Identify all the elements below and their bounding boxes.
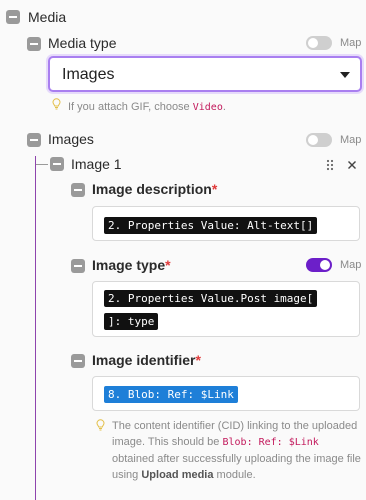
image-type-collapse-checkbox[interactable] bbox=[71, 259, 85, 273]
lightbulb-icon bbox=[52, 98, 61, 110]
media-type-select[interactable]: Images bbox=[48, 56, 362, 92]
media-collapse-checkbox[interactable] bbox=[6, 10, 20, 24]
hint-code: Blob: Ref: $Link bbox=[222, 437, 319, 448]
media-type-map-label: Map bbox=[340, 37, 362, 49]
tree-line bbox=[35, 156, 36, 500]
video-link[interactable]: Video bbox=[193, 102, 223, 113]
image-description-input[interactable]: 2. Properties Value: Alt-text[] bbox=[92, 206, 360, 241]
image-identifier-label: Image identifier* bbox=[92, 352, 201, 368]
image-description-token[interactable]: 2. Properties Value: Alt-text[] bbox=[104, 217, 318, 234]
image-description-label-text: Image description bbox=[92, 181, 212, 197]
media-type-selected-value: Images bbox=[62, 66, 115, 83]
chevron-down-icon bbox=[340, 72, 350, 78]
image-type-token-line2[interactable]: ]: type bbox=[104, 313, 159, 330]
media-type-hint-text: If you attach GIF, choose bbox=[68, 101, 193, 113]
images-label: Images bbox=[48, 131, 94, 147]
image-type-input[interactable]: 2. Properties Value.Post image[ ]: type bbox=[92, 281, 360, 337]
media-type-hint: If you attach GIF, choose Video. bbox=[68, 99, 226, 116]
image-identifier-input[interactable]: 8. Blob: Ref: $Link bbox=[92, 376, 360, 411]
image-description-collapse-checkbox[interactable] bbox=[71, 183, 85, 197]
lightbulb-icon bbox=[96, 419, 105, 431]
media-type-hint-suffix: . bbox=[222, 101, 226, 113]
image-type-map-toggle[interactable] bbox=[306, 258, 332, 272]
required-marker: * bbox=[165, 257, 171, 273]
image-identifier-collapse-checkbox[interactable] bbox=[71, 354, 85, 368]
image-type-map-label: Map bbox=[340, 259, 362, 271]
image-type-token-line1[interactable]: 2. Properties Value.Post image[ bbox=[104, 290, 318, 307]
image-type-label: Image type* bbox=[92, 257, 171, 273]
media-type-label: Media type bbox=[48, 35, 117, 51]
upload-media-link[interactable]: Upload media bbox=[141, 469, 213, 481]
required-marker: * bbox=[195, 352, 201, 368]
image-identifier-token[interactable]: 8. Blob: Ref: $Link bbox=[104, 386, 238, 403]
image-identifier-hint: The content identifier (CID) linking to … bbox=[112, 418, 362, 483]
tree-connector bbox=[36, 164, 48, 165]
image-1-label: Image 1 bbox=[71, 156, 122, 172]
close-icon[interactable] bbox=[347, 160, 357, 170]
drag-handle-icon[interactable] bbox=[326, 159, 334, 171]
required-marker: * bbox=[211, 181, 218, 197]
image-1-collapse-checkbox[interactable] bbox=[50, 157, 64, 171]
image-description-label: Image description* bbox=[92, 181, 217, 197]
images-collapse-checkbox[interactable] bbox=[27, 133, 41, 147]
hint-text: module. bbox=[213, 469, 256, 481]
media-type-collapse-checkbox[interactable] bbox=[27, 37, 41, 51]
image-type-label-text: Image type bbox=[92, 257, 166, 273]
images-map-toggle[interactable] bbox=[306, 133, 332, 147]
images-map-label: Map bbox=[340, 134, 362, 146]
media-type-map-toggle[interactable] bbox=[306, 36, 332, 50]
media-label: Media bbox=[28, 9, 67, 25]
image-identifier-label-text: Image identifier bbox=[92, 352, 196, 368]
